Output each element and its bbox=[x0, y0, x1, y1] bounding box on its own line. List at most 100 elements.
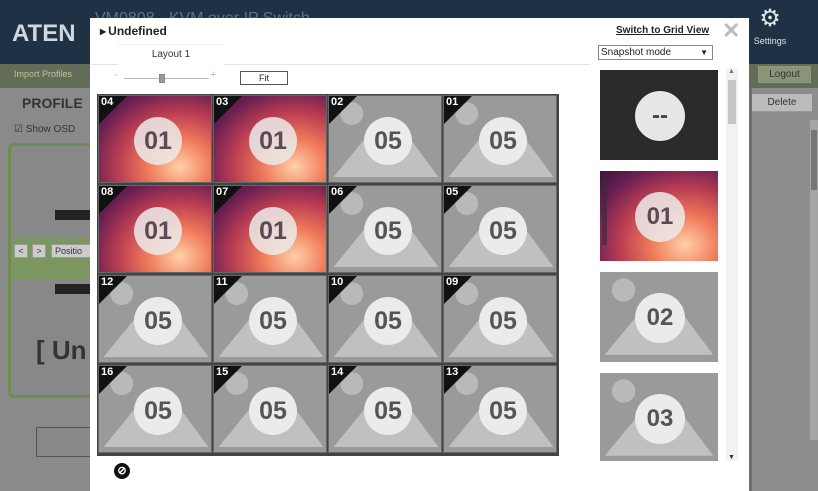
chevron-down-icon: ▼ bbox=[700, 48, 708, 57]
source-label: 05 bbox=[479, 297, 527, 345]
port-number: 16 bbox=[101, 366, 114, 378]
snapshot-thumbnail[interactable]: 03 bbox=[600, 373, 718, 461]
port-number: 15 bbox=[216, 366, 229, 378]
scrollbar-thumb[interactable] bbox=[811, 130, 817, 190]
port-number: 07 bbox=[216, 186, 229, 198]
gear-icon: ⚙ bbox=[759, 5, 781, 32]
source-label: 01 bbox=[249, 117, 297, 165]
snapshot-thumbnail[interactable]: 02 bbox=[600, 272, 718, 362]
port-number: 09 bbox=[446, 276, 459, 288]
scroll-up-icon[interactable]: ▲ bbox=[728, 68, 735, 75]
switch-to-grid-view-link[interactable]: Switch to Grid View bbox=[616, 25, 709, 36]
grid-cell[interactable]: 11 05 bbox=[213, 275, 327, 363]
profile-status: [ Un bbox=[36, 335, 87, 365]
profile-heading: PROFILE bbox=[22, 95, 83, 111]
snapshot-label: 03 bbox=[635, 394, 685, 444]
show-osd-checkbox[interactable]: ☑ Show OSD bbox=[14, 124, 75, 135]
zoom-handle[interactable] bbox=[159, 74, 166, 83]
port-number: 11 bbox=[216, 276, 228, 288]
source-label: 05 bbox=[479, 117, 527, 165]
zoom-track bbox=[124, 78, 209, 79]
mode-select[interactable]: Snapshot mode ▼ bbox=[598, 45, 713, 60]
prev-button[interactable]: < bbox=[14, 244, 28, 258]
snapshot-scrollbar[interactable]: ▲ ▼ bbox=[726, 68, 738, 461]
desktop-launcher bbox=[602, 175, 607, 245]
fit-button[interactable]: Fit bbox=[240, 71, 288, 85]
source-label: 05 bbox=[479, 387, 527, 435]
no-entry-icon[interactable]: ⊘ bbox=[114, 463, 130, 479]
port-number: 10 bbox=[331, 276, 344, 288]
snapshot-thumbnail[interactable]: -- bbox=[600, 70, 718, 160]
port-number: 02 bbox=[331, 96, 344, 108]
close-icon[interactable]: ✕ bbox=[722, 18, 740, 44]
port-grid: 04 01 03 01 02 05 01 05 08 01 07 01 06 05 05 05 12 05 11 05… bbox=[97, 94, 559, 456]
source-label: 01 bbox=[134, 207, 182, 255]
grid-cell[interactable]: 08 01 bbox=[98, 185, 212, 273]
collapse-triangle-icon[interactable]: ▶ bbox=[100, 27, 106, 36]
zoom-out-icon[interactable]: - bbox=[114, 70, 117, 81]
left-panel-button[interactable] bbox=[36, 427, 90, 457]
source-label: 05 bbox=[364, 387, 412, 435]
scroll-down-icon[interactable]: ▼ bbox=[728, 454, 735, 461]
monitor-shape bbox=[55, 210, 95, 220]
source-label: 05 bbox=[364, 207, 412, 255]
port-number: 13 bbox=[446, 366, 459, 378]
port-number: 05 bbox=[446, 186, 459, 198]
grid-cell[interactable]: 01 05 bbox=[443, 95, 557, 183]
mode-select-value: Snapshot mode bbox=[601, 47, 672, 58]
zoom-slider[interactable]: - + bbox=[114, 69, 224, 84]
snapshot-label: 01 bbox=[635, 192, 685, 242]
source-label: 01 bbox=[134, 117, 182, 165]
port-number: 06 bbox=[331, 186, 344, 198]
source-label: 05 bbox=[249, 297, 297, 345]
port-number: 01 bbox=[446, 96, 459, 108]
scrollbar-thumb[interactable] bbox=[728, 80, 736, 124]
grid-cell[interactable]: 13 05 bbox=[443, 365, 557, 453]
grid-cell[interactable]: 12 05 bbox=[98, 275, 212, 363]
logout-button[interactable]: Logout bbox=[758, 66, 811, 83]
source-label: 01 bbox=[249, 207, 297, 255]
grid-cell[interactable]: 06 05 bbox=[328, 185, 442, 273]
source-label: 05 bbox=[249, 387, 297, 435]
grid-cell[interactable]: 15 05 bbox=[213, 365, 327, 453]
dialog-title: ▶ Undefined bbox=[100, 24, 167, 38]
delete-button[interactable]: Delete bbox=[752, 94, 812, 112]
snapshot-list: -- 01 02 03 bbox=[598, 68, 726, 461]
settings-button[interactable]: ⚙ Settings bbox=[748, 5, 792, 47]
grid-cell[interactable]: 04 01 bbox=[98, 95, 212, 183]
next-button[interactable]: > bbox=[32, 244, 46, 258]
source-label: 05 bbox=[364, 297, 412, 345]
monitor-shape bbox=[55, 284, 95, 294]
right-panel: Delete bbox=[752, 88, 818, 491]
page-scrollbar[interactable] bbox=[810, 120, 818, 440]
grid-cell[interactable]: 14 05 bbox=[328, 365, 442, 453]
settings-label: Settings bbox=[753, 36, 787, 46]
port-number: 14 bbox=[331, 366, 344, 378]
port-number: 08 bbox=[101, 186, 114, 198]
source-label: 05 bbox=[479, 207, 527, 255]
grid-cell[interactable]: 05 05 bbox=[443, 185, 557, 273]
layout-dialog: ▶ Undefined Switch to Grid View ✕ Snapsho… bbox=[90, 18, 749, 491]
snapshot-label: -- bbox=[635, 91, 685, 141]
source-label: 05 bbox=[364, 117, 412, 165]
tab-layout-1[interactable]: Layout 1 bbox=[118, 45, 224, 65]
source-label: 05 bbox=[134, 297, 182, 345]
import-profiles-link[interactable]: Import Profiles bbox=[14, 69, 72, 79]
show-osd-label: Show OSD bbox=[25, 124, 76, 135]
port-number: 12 bbox=[101, 276, 114, 288]
grid-cell[interactable]: 09 05 bbox=[443, 275, 557, 363]
grid-cell[interactable]: 07 01 bbox=[213, 185, 327, 273]
aten-logo: ATEN bbox=[12, 20, 76, 47]
zoom-in-icon[interactable]: + bbox=[210, 69, 216, 81]
snapshot-label: 02 bbox=[635, 293, 685, 343]
source-label: 05 bbox=[134, 387, 182, 435]
dialog-title-text: Undefined bbox=[108, 24, 167, 38]
grid-cell[interactable]: 10 05 bbox=[328, 275, 442, 363]
grid-cell[interactable]: 03 01 bbox=[213, 95, 327, 183]
position-button[interactable]: Positio bbox=[51, 244, 95, 258]
grid-cell[interactable]: 02 05 bbox=[328, 95, 442, 183]
grid-cell[interactable]: 16 05 bbox=[98, 365, 212, 453]
port-number: 03 bbox=[216, 96, 229, 108]
snapshot-thumbnail[interactable]: 01 bbox=[600, 171, 718, 261]
port-number: 04 bbox=[101, 96, 114, 108]
